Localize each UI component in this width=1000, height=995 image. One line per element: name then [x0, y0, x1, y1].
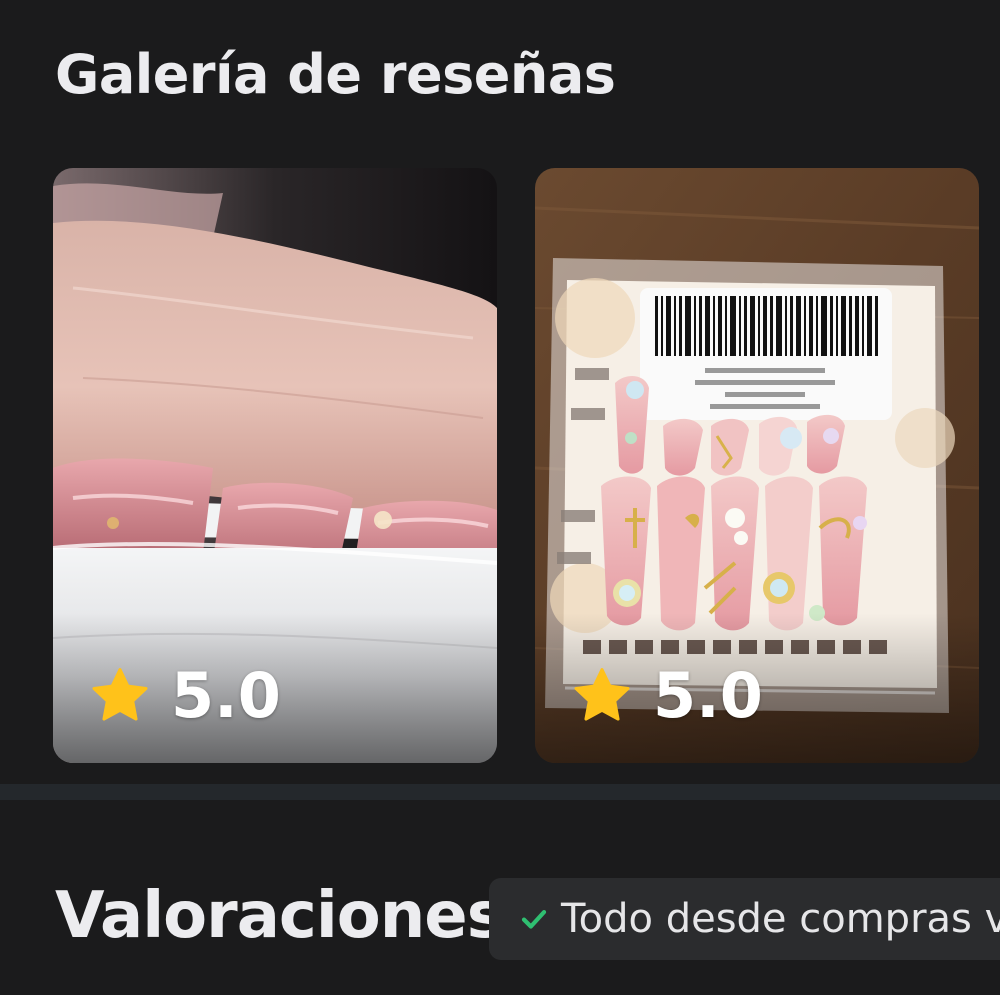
check-icon	[521, 910, 547, 929]
ratings-section: Valoraciones Todo desde compras v	[0, 800, 1000, 995]
review-rating: 5.0	[571, 665, 763, 727]
section-divider	[0, 784, 1000, 800]
review-photo-card[interactable]: 5.0	[53, 168, 497, 763]
gallery-title: Galería de reseñas	[55, 43, 616, 106]
filter-label: Todo desde compras v	[561, 896, 1000, 942]
star-icon	[92, 668, 148, 721]
ratings-title: Valoraciones	[55, 879, 505, 953]
rating-value: 5.0	[171, 659, 281, 732]
review-gallery-section: Galería de reseñas 5.0 5.0	[0, 0, 1000, 784]
verified-purchases-filter-chip[interactable]: Todo desde compras v	[489, 878, 1000, 960]
star-icon	[574, 668, 630, 721]
review-photo-card[interactable]: 5.0	[535, 168, 979, 763]
review-rating: 5.0	[89, 665, 281, 727]
rating-value: 5.0	[653, 659, 763, 732]
